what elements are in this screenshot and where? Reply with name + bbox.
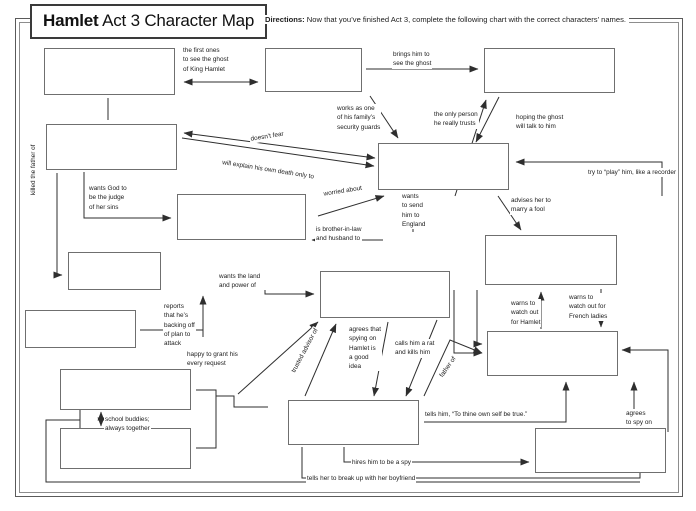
- lbl-wants-to-send: wants to send him to England: [401, 192, 427, 230]
- lbl-thine-own-self: tells him, “To thine own self be true.”: [424, 410, 529, 420]
- box-bottom-center[interactable]: [288, 400, 419, 445]
- lbl-brother-in-law: is brother-in-law and husband to: [315, 225, 363, 244]
- lbl-wants-land: wants the land and power of: [218, 272, 262, 291]
- lbl-first-ones: the first ones to see the ghost of King …: [182, 46, 230, 74]
- lbl-agrees-spying: agrees that spying on Hamlet is a good i…: [348, 325, 382, 372]
- box-left-upper[interactable]: [46, 124, 177, 170]
- box-top-right[interactable]: [484, 48, 615, 93]
- lbl-killed-father: killed the father of: [29, 143, 39, 196]
- box-right-upper[interactable]: [485, 235, 617, 285]
- box-center-hamlet[interactable]: [378, 143, 509, 190]
- lbl-really-trusts: the only person he really trusts: [433, 110, 479, 129]
- box-right-mid[interactable]: [487, 331, 618, 376]
- lbl-school-buddies: school buddies; always together: [104, 415, 151, 434]
- box-bottom-left-b[interactable]: [60, 428, 191, 469]
- box-bottom-left-a[interactable]: [60, 369, 191, 410]
- box-left-mid[interactable]: [68, 252, 161, 290]
- box-mid-left[interactable]: [177, 194, 306, 240]
- lbl-calls-him-rat: calls him a rat and kills him: [394, 339, 436, 358]
- lbl-hoping-ghost: hoping the ghost will talk to him: [515, 113, 565, 132]
- box-center-mid[interactable]: [320, 271, 450, 318]
- box-bottom-right[interactable]: [535, 428, 666, 473]
- lbl-warns-hamlet: warns to watch out for Hamlet: [510, 299, 542, 327]
- lbl-brings-him: brings him to see the ghost: [392, 50, 433, 69]
- lbl-hires-spy: hires him to be a spy: [351, 458, 412, 468]
- lbl-wants-god: wants God to be the judge of her sins: [88, 184, 128, 212]
- lbl-security-guards: works as one of his family’s security gu…: [336, 104, 382, 132]
- character-map-worksheet: Hamlet Act 3 Character Map Directions: N…: [0, 0, 696, 511]
- lbl-advises-her: advises her to marry a fool: [510, 196, 552, 215]
- lbl-happy-to-grant: happy to grant his every request: [186, 350, 239, 369]
- box-top-left[interactable]: [44, 48, 175, 95]
- lbl-break-up: tells her to break up with her boyfriend: [306, 474, 417, 484]
- lbl-try-to-play: try to “play” him, like a recorder: [587, 168, 678, 178]
- box-top-mid[interactable]: [265, 48, 362, 92]
- lbl-reports-backing: reports that he’s backing off of plan to…: [163, 302, 196, 349]
- box-left-lower[interactable]: [25, 310, 136, 348]
- lbl-agrees-spy-on: agrees to spy on: [625, 409, 653, 428]
- lbl-warns-french: warns to watch out for French ladies: [568, 293, 609, 321]
